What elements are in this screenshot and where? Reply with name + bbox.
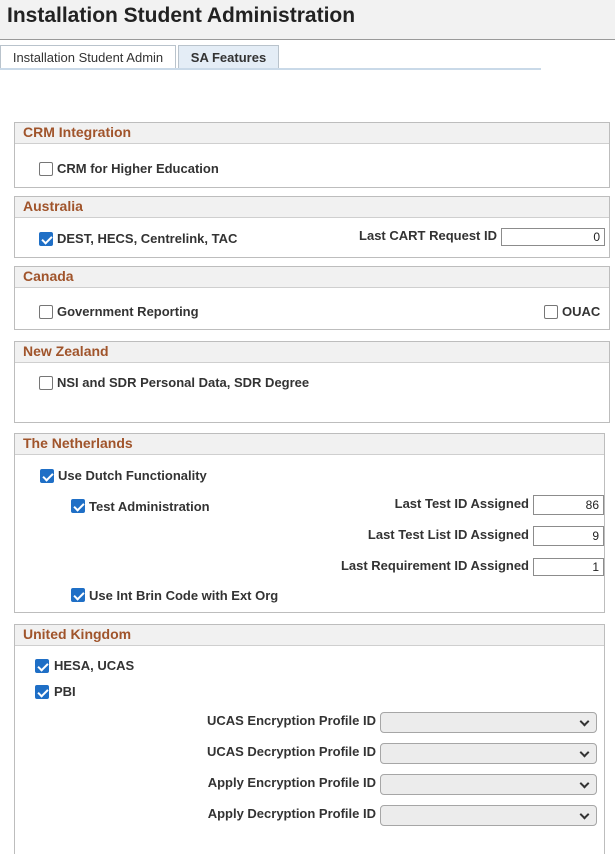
- chevron-down-icon: [579, 809, 590, 820]
- section-title-australia: Australia: [23, 198, 83, 214]
- last-requirement-id-input[interactable]: [533, 558, 604, 576]
- nsi-sdr-label: NSI and SDR Personal Data, SDR Degree: [57, 375, 310, 390]
- section-title-new-zealand: New Zealand: [23, 343, 109, 359]
- apply-decryption-select[interactable]: [380, 805, 597, 826]
- government-reporting-label: Government Reporting: [57, 304, 199, 319]
- test-administration-checkbox[interactable]: [71, 499, 85, 513]
- dutch-functionality-label: Use Dutch Functionality: [58, 468, 207, 483]
- dutch-functionality-checkbox[interactable]: [40, 469, 54, 483]
- last-test-id-label: Last Test ID Assigned: [394, 496, 529, 511]
- brin-code-checkbox[interactable]: [71, 588, 85, 602]
- section-title-united-kingdom: United Kingdom: [23, 626, 132, 642]
- government-reporting-checkbox[interactable]: [39, 305, 53, 319]
- tab-installation-student-admin[interactable]: Installation Student Admin: [0, 45, 176, 70]
- last-cart-request-label: Last CART Request ID: [359, 228, 497, 243]
- tab-sa-features[interactable]: SA Features: [178, 45, 279, 70]
- nsi-sdr-checkbox[interactable]: [39, 376, 53, 390]
- ucas-encryption-label: UCAS Encryption Profile ID: [206, 713, 376, 728]
- apply-encryption-select[interactable]: [380, 774, 597, 795]
- apply-encryption-label: Apply Encryption Profile ID: [207, 775, 376, 790]
- hesa-ucas-checkbox[interactable]: [35, 659, 49, 673]
- section-title-crm: CRM Integration: [23, 124, 132, 140]
- section-header: Australia: [15, 197, 609, 218]
- section-title-netherlands: The Netherlands: [23, 435, 133, 451]
- pbi-checkbox[interactable]: [35, 685, 49, 699]
- section-header: CRM Integration: [15, 123, 609, 144]
- brin-code-label: Use Int Brin Code with Ext Org: [89, 588, 279, 603]
- last-test-id-input[interactable]: [533, 495, 604, 515]
- ucas-decryption-select[interactable]: [380, 743, 597, 764]
- hesa-ucas-label: HESA, UCAS: [54, 658, 135, 673]
- pbi-label: PBI: [54, 684, 76, 699]
- crm-integration-section: CRM Integration CRM for Higher Education: [14, 122, 610, 188]
- section-header: New Zealand: [15, 342, 609, 363]
- last-test-list-id-input[interactable]: [533, 526, 604, 546]
- chevron-down-icon: [579, 716, 590, 727]
- apply-decryption-label: Apply Decryption Profile ID: [207, 806, 376, 821]
- last-test-list-id-label: Last Test List ID Assigned: [367, 527, 529, 542]
- chevron-down-icon: [579, 747, 590, 758]
- section-header: The Netherlands: [15, 434, 604, 455]
- crm-higher-ed-checkbox[interactable]: [39, 162, 53, 176]
- section-header: United Kingdom: [15, 625, 604, 646]
- crm-higher-ed-label: CRM for Higher Education: [57, 161, 219, 176]
- ucas-decryption-label: UCAS Decryption Profile ID: [206, 744, 376, 759]
- netherlands-section: The Netherlands Use Dutch Functionality …: [14, 433, 605, 613]
- section-title-canada: Canada: [23, 268, 74, 284]
- ouac-checkbox[interactable]: [544, 305, 558, 319]
- ucas-encryption-select[interactable]: [380, 712, 597, 733]
- new-zealand-section: New Zealand NSI and SDR Personal Data, S…: [14, 341, 610, 423]
- last-requirement-id-label: Last Requirement ID Assigned: [340, 558, 529, 573]
- chevron-down-icon: [579, 778, 590, 789]
- australia-section: Australia DEST, HECS, Centrelink, TAC La…: [14, 196, 610, 258]
- page-title: Installation Student Administration: [7, 4, 356, 27]
- test-administration-label: Test Administration: [89, 499, 210, 514]
- dest-hecs-label: DEST, HECS, Centrelink, TAC: [57, 231, 238, 246]
- last-cart-request-input[interactable]: [501, 228, 605, 246]
- tab-divider: [0, 68, 541, 70]
- canada-section: Canada Government Reporting OUAC: [14, 266, 610, 330]
- dest-hecs-checkbox[interactable]: [39, 232, 53, 246]
- section-header: Canada: [15, 267, 609, 288]
- ouac-label: OUAC: [562, 304, 601, 319]
